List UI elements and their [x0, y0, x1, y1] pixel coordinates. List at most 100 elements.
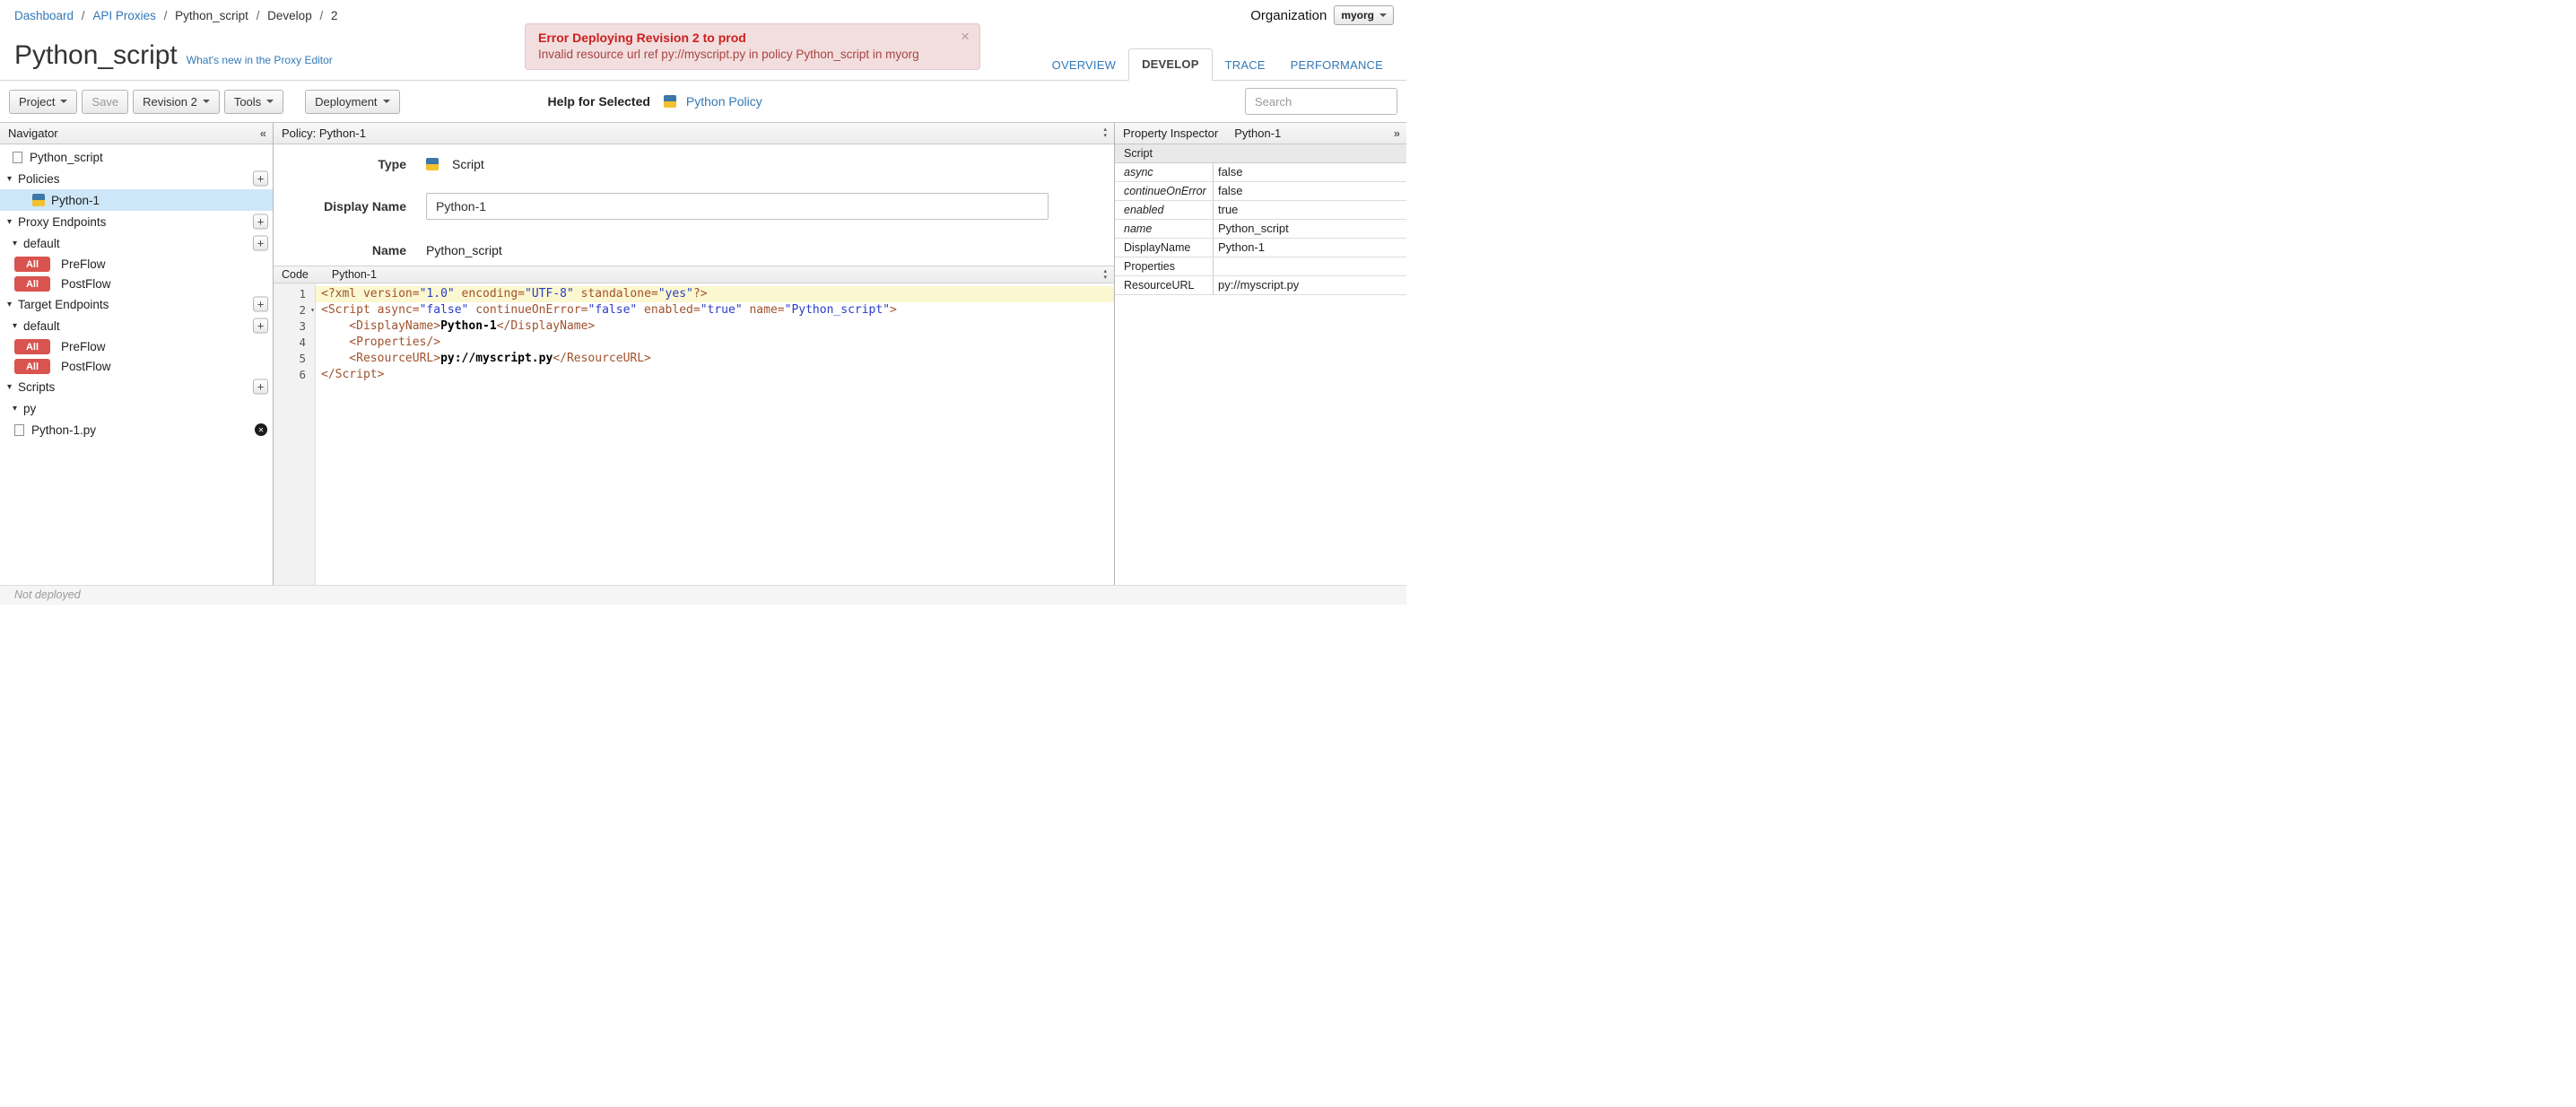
- error-title: Error Deploying Revision 2 to prod: [538, 31, 746, 45]
- code-token: "true": [700, 303, 743, 317]
- line-number: 3: [299, 319, 306, 333]
- tools-button[interactable]: Tools: [223, 89, 284, 114]
- icon-part: [32, 194, 45, 200]
- code-line-3[interactable]: 3 <DisplayName>Python-1</DisplayName>: [274, 318, 1114, 335]
- add-button[interactable]: +: [253, 235, 268, 251]
- error-message: Invalid resource url ref py://myscript.p…: [538, 48, 919, 61]
- property-value: [1214, 257, 1406, 275]
- name-value: Python_script: [426, 243, 502, 257]
- file-icon: [14, 423, 24, 436]
- organization-label: Organization: [1250, 7, 1327, 23]
- nav-item-postflow[interactable]: All PostFlow: [0, 274, 273, 293]
- breadcrumb-item-dashboard[interactable]: Dashboard: [14, 9, 74, 22]
- breadcrumb-item-2: 2: [330, 9, 338, 22]
- chevron-down-icon: ▾: [13, 238, 18, 248]
- code-editor[interactable]: 1 <?xml version="1.0" encoding="UTF-8" st…: [274, 283, 1114, 585]
- organization-select[interactable]: myorg: [1334, 5, 1394, 25]
- revision-button-label: Revision 2: [143, 94, 197, 109]
- nav-item-label: py: [23, 401, 37, 415]
- code-panel-header: Code Python-1 ▴ ▾: [274, 266, 1114, 283]
- tab-overview[interactable]: OVERVIEW: [1040, 50, 1128, 81]
- nav-item-python-1[interactable]: Python-1: [0, 189, 273, 211]
- code-token: standalone=: [573, 287, 658, 301]
- editor-panel: Policy: Python-1 ▴ ▾ Type Script Display …: [274, 123, 1115, 585]
- nav-item-preflow[interactable]: All PreFlow: [0, 336, 273, 356]
- file-icon: [13, 151, 22, 163]
- code-line-6[interactable]: 6 </Script>: [274, 367, 1114, 383]
- expand-panel-icon[interactable]: »: [1394, 126, 1400, 140]
- nav-item-proxy-endpoints[interactable]: ▾ Proxy Endpoints +: [0, 211, 273, 232]
- add-button[interactable]: +: [253, 170, 268, 187]
- python-script-icon: [663, 95, 676, 108]
- project-button[interactable]: Project: [9, 89, 78, 114]
- code-line-4[interactable]: 4 <Properties/>: [274, 335, 1114, 351]
- chevron-down-icon: ▾: [7, 381, 13, 392]
- flow-condition-badge: All: [14, 338, 50, 354]
- collapse-panel-icon[interactable]: «: [260, 126, 266, 140]
- code-line-5[interactable]: 5 <ResourceURL>py://myscript.py</Resourc…: [274, 351, 1114, 367]
- navigator-panel: Navigator « Python_script ▾ Policies + Pytho…: [0, 123, 274, 585]
- nav-item-default[interactable]: ▾ default +: [0, 232, 273, 254]
- python-policy-help-link[interactable]: Python Policy: [686, 94, 762, 109]
- code-token: py://myscript.py: [440, 352, 553, 365]
- tab-performance[interactable]: PERFORMANCE: [1278, 50, 1396, 81]
- nav-item-py[interactable]: ▾ py: [0, 397, 273, 419]
- search-input[interactable]: [1245, 88, 1397, 115]
- property-row-enabled: enabled true: [1115, 201, 1406, 220]
- tab-develop[interactable]: DEVELOP: [1128, 48, 1213, 81]
- chevron-down-icon: [266, 100, 274, 103]
- nav-item-target-endpoints[interactable]: ▾ Target Endpoints +: [0, 293, 273, 315]
- property-value: Python_script: [1218, 222, 1289, 235]
- code-token: </DisplayName>: [496, 319, 596, 333]
- nav-item-policies[interactable]: ▾ Policies +: [0, 168, 273, 189]
- close-icon[interactable]: ×: [961, 28, 970, 46]
- type-value: Script: [452, 157, 484, 171]
- revision-button[interactable]: Revision 2: [133, 89, 220, 114]
- add-button[interactable]: +: [253, 296, 268, 312]
- code-panel-title: Code: [282, 268, 309, 281]
- breadcrumb-item-api-proxies[interactable]: API Proxies: [92, 9, 156, 22]
- fold-arrow-icon[interactable]: ▾: [310, 302, 315, 318]
- delete-icon[interactable]: ✕: [255, 423, 267, 436]
- property-value: false: [1218, 184, 1243, 197]
- code-line-text: <ResourceURL>py://myscript.py</ResourceU…: [316, 351, 1114, 367]
- nav-item-python-script[interactable]: Python_script: [0, 146, 273, 168]
- add-button[interactable]: +: [253, 318, 268, 334]
- save-button[interactable]: Save: [82, 89, 129, 114]
- nav-item-preflow[interactable]: All PreFlow: [0, 254, 273, 274]
- code-token: <DisplayName>: [321, 319, 441, 333]
- property-value: Python-1: [1218, 240, 1266, 254]
- help-for-selected-label: Help for Selected: [547, 94, 650, 109]
- property-value: py://myscript.py: [1218, 278, 1300, 292]
- navigator-title: Navigator: [8, 126, 58, 140]
- property-key: Properties: [1115, 257, 1214, 275]
- flow-condition-badge: All: [14, 256, 50, 272]
- add-button[interactable]: +: [253, 379, 268, 395]
- deployment-button-label: Deployment: [315, 94, 378, 109]
- nav-item-scripts[interactable]: ▾ Scripts +: [0, 376, 273, 397]
- display-name-input[interactable]: [426, 193, 1049, 220]
- deployment-button[interactable]: Deployment: [305, 89, 400, 114]
- nav-item-label: PreFlow: [61, 339, 106, 353]
- code-line-1[interactable]: 1 <?xml version="1.0" encoding="UTF-8" st…: [274, 286, 1114, 302]
- project-button-label: Project: [19, 94, 56, 109]
- code-token: ?>: [692, 287, 708, 301]
- code-token: encoding=: [454, 287, 526, 301]
- page-title: Python_script: [14, 40, 178, 70]
- add-button[interactable]: +: [253, 214, 268, 230]
- whats-new-link[interactable]: What's new in the Proxy Editor: [187, 54, 333, 66]
- nav-item-postflow[interactable]: All PostFlow: [0, 356, 273, 376]
- code-line-2[interactable]: 2 ▾ <Script async="false" continueOnError=…: [274, 302, 1114, 318]
- nav-item-label: Policies: [18, 171, 60, 186]
- navigator-tree: Python_script ▾ Policies + Python-1 ▾ Proxy En…: [0, 144, 273, 440]
- expand-collapse-icon[interactable]: ▴ ▾: [1103, 268, 1107, 281]
- tab-trace[interactable]: TRACE: [1213, 50, 1278, 81]
- expand-collapse-icon[interactable]: ▴ ▾: [1103, 126, 1107, 139]
- code-token: "false": [587, 303, 638, 317]
- code-token: "false": [419, 303, 469, 317]
- nav-item-default[interactable]: ▾ default +: [0, 315, 273, 336]
- property-inspector-panel: Property Inspector Python-1 » Script asy…: [1115, 123, 1406, 585]
- nav-item-python-1-py[interactable]: Python-1.py ✕: [0, 419, 273, 440]
- nav-item-label: Target Endpoints: [18, 297, 109, 311]
- nav-item-label: PreFlow: [61, 257, 106, 271]
